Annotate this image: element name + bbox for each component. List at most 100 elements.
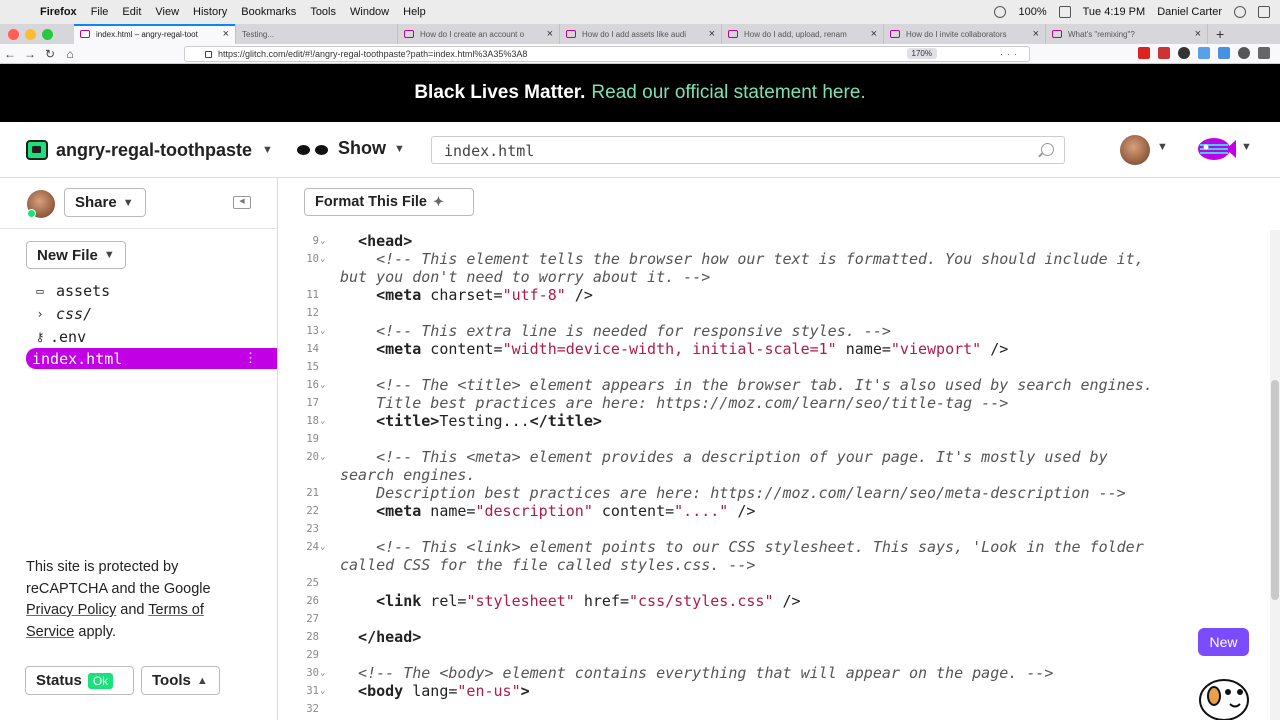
- clock[interactable]: Tue 4:19 PM: [1083, 6, 1146, 18]
- code-line[interactable]: 13 ⌄ <!-- This extra line is needed for r…: [279, 322, 1269, 340]
- fold-chevron-icon[interactable]: ⌄: [320, 664, 325, 682]
- code-line[interactable]: 9 ⌄ <head>: [279, 232, 1269, 250]
- wifi-icon[interactable]: [994, 6, 1007, 18]
- back-icon[interactable]: ←: [0, 47, 20, 61]
- close-tab-icon[interactable]: ×: [547, 28, 553, 40]
- search-input[interactable]: index.html: [431, 136, 1065, 164]
- fold-chevron-icon[interactable]: ⌄: [320, 250, 325, 268]
- close-tab-icon[interactable]: ×: [1033, 28, 1039, 40]
- code-line[interactable]: 16 ⌄ <!-- The <title> element appears in …: [279, 376, 1269, 394]
- extension-icon[interactable]: [1138, 47, 1150, 59]
- collapse-sidebar-icon[interactable]: ◀: [233, 196, 251, 209]
- code-line[interactable]: 23: [279, 520, 1269, 538]
- code-line[interactable]: 26 <link rel="stylesheet" href="css/styl…: [279, 592, 1269, 610]
- tab-create-account[interactable]: How do I create an account o ×: [398, 24, 560, 44]
- code-line[interactable]: 30 ⌄ <!-- The <body> element contains eve…: [279, 664, 1269, 682]
- url-bar[interactable]: https://glitch.com/edit/#!/angry-regal-t…: [184, 46, 1030, 62]
- close-window-icon[interactable]: [8, 28, 19, 40]
- lock-icon[interactable]: [205, 50, 212, 58]
- tab-add-assets[interactable]: How do I add assets like audi ×: [560, 24, 722, 44]
- code-line[interactable]: 12: [279, 304, 1269, 322]
- code-line[interactable]: 27: [279, 610, 1269, 628]
- code-line[interactable]: but you don't need to worry about it. --…: [279, 268, 1269, 286]
- code-line[interactable]: 28 </head>: [279, 628, 1269, 646]
- extension-icon[interactable]: [1198, 47, 1210, 59]
- scrollbar[interactable]: [1270, 230, 1280, 720]
- file-item-assets[interactable]: ▭ assets: [26, 280, 277, 301]
- close-tab-icon[interactable]: ×: [223, 28, 229, 40]
- fold-chevron-icon[interactable]: ⌄: [320, 448, 325, 466]
- code-line[interactable]: 31 ⌄ <body lang="en-us">: [279, 682, 1269, 700]
- avatar[interactable]: [1120, 135, 1150, 165]
- user-name[interactable]: Daniel Carter: [1157, 6, 1222, 18]
- code-line[interactable]: search engines.: [279, 466, 1269, 484]
- fold-chevron-icon[interactable]: ⌄: [320, 682, 325, 700]
- fold-chevron-icon[interactable]: ⌄: [320, 232, 325, 250]
- url-text[interactable]: https://glitch.com/edit/#!/angry-regal-t…: [218, 49, 527, 59]
- fold-chevron-icon[interactable]: ⌄: [320, 538, 325, 556]
- fold-chevron-icon[interactable]: ⌄: [320, 376, 325, 394]
- file-options-icon[interactable]: ⋮: [244, 351, 257, 366]
- file-item-index-html[interactable]: index.html ⋮: [26, 348, 277, 369]
- home-icon[interactable]: ⌂: [60, 47, 80, 61]
- menu-file[interactable]: File: [91, 6, 109, 18]
- new-file-button[interactable]: New File ▼: [26, 241, 126, 269]
- forward-icon[interactable]: →: [20, 47, 40, 61]
- show-button[interactable]: Show ▼: [296, 138, 405, 159]
- format-file-button[interactable]: Format This File ✦: [304, 188, 474, 216]
- search-icon[interactable]: [1041, 143, 1054, 156]
- control-center-icon[interactable]: [1258, 6, 1270, 18]
- file-item-env[interactable]: ⚷ .env: [26, 326, 277, 347]
- battery-icon[interactable]: [1058, 6, 1071, 18]
- menu-window[interactable]: Window: [350, 6, 389, 18]
- zoom-window-icon[interactable]: [42, 28, 53, 40]
- code-line[interactable]: 32: [279, 700, 1269, 718]
- account-icon[interactable]: [1238, 47, 1250, 59]
- extension-icon[interactable]: [1158, 47, 1170, 59]
- zoom-level[interactable]: 170%: [906, 48, 937, 59]
- code-line[interactable]: 29: [279, 646, 1269, 664]
- scrollbar-thumb[interactable]: [1271, 380, 1279, 600]
- project-name[interactable]: angry-regal-toothpaste: [56, 140, 252, 161]
- code-line[interactable]: 20 ⌄ <!-- This <meta> element provides a …: [279, 448, 1269, 466]
- menu-bookmarks[interactable]: Bookmarks: [241, 6, 296, 18]
- tab-testing[interactable]: Testing...: [236, 24, 398, 44]
- menu-icon[interactable]: [1258, 47, 1270, 59]
- code-line[interactable]: 25: [279, 574, 1269, 592]
- glitch-mascot-icon[interactable]: [1190, 660, 1256, 720]
- code-line[interactable]: 24 ⌄ <!-- This <link> element points to o…: [279, 538, 1269, 556]
- tab-remixing[interactable]: What's "remixing"? ×: [1046, 24, 1208, 44]
- folder-item-css[interactable]: › css/: [26, 303, 277, 324]
- menu-tools[interactable]: Tools: [310, 6, 336, 18]
- project-logo-icon[interactable]: [26, 140, 48, 160]
- page-actions-icon[interactable]: ···: [1000, 49, 1021, 59]
- glitch-fish-logo-icon[interactable]: [1196, 136, 1236, 162]
- new-tab-icon[interactable]: +: [1216, 26, 1224, 42]
- code-line[interactable]: 15: [279, 358, 1269, 376]
- fold-chevron-icon[interactable]: ⌄: [320, 412, 325, 430]
- fold-chevron-icon[interactable]: ⌄: [320, 322, 325, 340]
- code-line[interactable]: 19: [279, 430, 1269, 448]
- close-tab-icon[interactable]: ×: [1195, 28, 1201, 40]
- close-tab-icon[interactable]: ×: [709, 28, 715, 40]
- share-button[interactable]: Share ▼: [64, 188, 146, 217]
- code-line[interactable]: 18 ⌄ <title>Testing...</title>: [279, 412, 1269, 430]
- code-area[interactable]: 9 ⌄ <head> 10 ⌄ <!-- This element tells the…: [279, 226, 1280, 720]
- chevron-down-icon[interactable]: ▼: [1157, 141, 1168, 153]
- reload-icon[interactable]: ↻: [40, 47, 60, 61]
- code-line[interactable]: 14 <meta content="width=device-width, in…: [279, 340, 1269, 358]
- code-line[interactable]: 10 ⌄ <!-- This element tells the browser …: [279, 250, 1269, 268]
- status-button[interactable]: Status Ok: [25, 666, 134, 695]
- tab-upload-rename[interactable]: How do I add, upload, renam ×: [722, 24, 884, 44]
- code-line[interactable]: 22 <meta name="description" content="...…: [279, 502, 1269, 520]
- chevron-down-icon[interactable]: ▼: [1241, 141, 1252, 153]
- extension-icon[interactable]: [1218, 47, 1230, 59]
- battery-percent[interactable]: 100%: [1018, 6, 1046, 18]
- chevron-down-icon[interactable]: ▼: [262, 144, 273, 156]
- privacy-policy-link[interactable]: Privacy Policy: [26, 602, 116, 618]
- tab-index-html[interactable]: index.html – angry-regal-toot ×: [74, 24, 236, 44]
- menu-history[interactable]: History: [193, 6, 227, 18]
- close-tab-icon[interactable]: ×: [871, 28, 877, 40]
- menu-edit[interactable]: Edit: [122, 6, 141, 18]
- banner-link[interactable]: Read our official statement here.: [591, 82, 865, 104]
